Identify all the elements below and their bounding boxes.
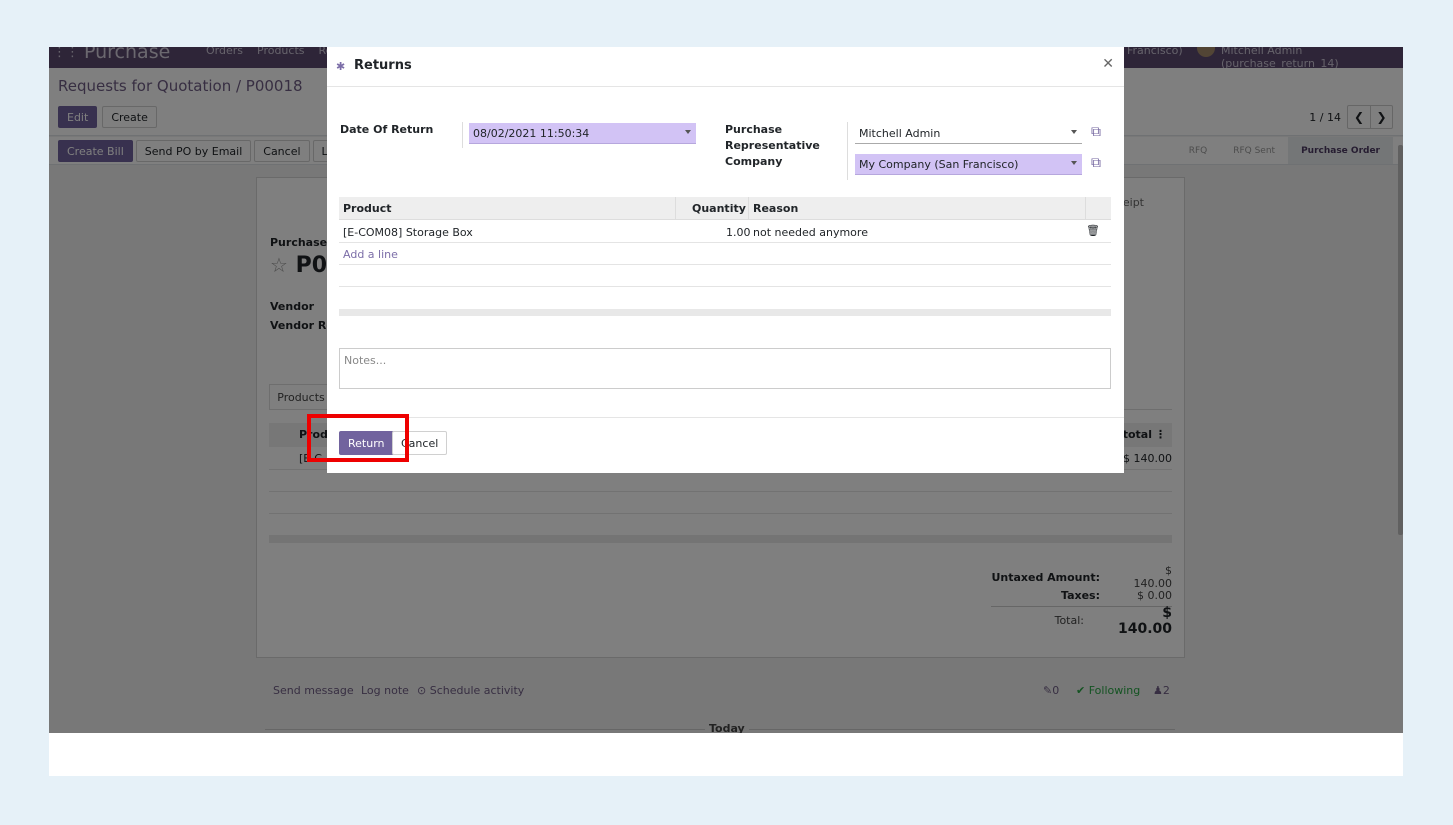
chevron-down-icon xyxy=(1071,130,1077,134)
row-divider xyxy=(339,264,1111,265)
header-divider xyxy=(748,197,749,220)
return-lines-header: Product Quantity Reason xyxy=(339,197,1111,220)
row-reason[interactable]: not needed anymore xyxy=(753,226,868,239)
external-link-icon[interactable]: ⧉ xyxy=(1091,124,1101,140)
col-reason[interactable]: Reason xyxy=(753,202,798,215)
date-of-return-value: 08/02/2021 11:50:34 xyxy=(473,126,590,140)
purchase-representative-input[interactable]: Mitchell Admin xyxy=(855,123,1082,144)
col-quantity[interactable]: Quantity xyxy=(692,202,746,215)
notes-textarea[interactable]: Notes... xyxy=(339,348,1111,389)
dialog-title: Returns xyxy=(354,58,412,73)
external-link-icon[interactable]: ⧉ xyxy=(1091,155,1101,171)
odoo-app: ⋮⋮ Purchase Orders Products Re Francisco… xyxy=(49,47,1403,733)
chevron-down-icon xyxy=(1071,161,1077,165)
company-input[interactable]: My Company (San Francisco) xyxy=(855,154,1082,175)
label-line: Representative xyxy=(725,139,820,152)
date-of-return-input[interactable]: 08/02/2021 11:50:34 xyxy=(469,123,696,144)
chevron-down-icon xyxy=(685,130,691,134)
company-value: My Company (San Francisco) xyxy=(859,157,1019,171)
returns-dialog: ✱ Returns ✕ Date Of Return 08/02/2021 11… xyxy=(327,47,1124,473)
trash-icon[interactable]: 🗑 xyxy=(1086,224,1100,237)
row-quantity[interactable]: 1.00 xyxy=(726,226,751,239)
dialog-footer: Return Cancel xyxy=(327,417,1124,473)
purchase-representative-value: Mitchell Admin xyxy=(859,126,941,140)
row-product[interactable]: [E-COM08] Storage Box xyxy=(343,226,473,239)
bug-icon: ✱ xyxy=(336,60,346,73)
screenshot-frame: ⋮⋮ Purchase Orders Products Re Francisco… xyxy=(49,47,1403,776)
label-line: Company xyxy=(725,155,783,168)
dialog-header: ✱ Returns ✕ xyxy=(327,47,1124,87)
date-of-return-label: Date Of Return xyxy=(340,123,434,136)
add-line-link[interactable]: Add a line xyxy=(343,248,398,261)
row-divider xyxy=(339,286,1111,287)
col-product[interactable]: Product xyxy=(343,202,392,215)
header-divider xyxy=(675,197,676,220)
field-separator xyxy=(847,122,848,180)
return-button-highlight xyxy=(307,414,409,462)
table-footer xyxy=(339,309,1111,316)
field-separator xyxy=(462,122,463,148)
close-icon[interactable]: ✕ xyxy=(1102,56,1114,72)
header-divider xyxy=(1085,197,1086,220)
label-line: Purchase xyxy=(725,123,783,136)
table-row[interactable]: [E-COM08] Storage Box 1.00 not needed an… xyxy=(339,221,1111,243)
purchase-rep-company-label: Purchase Representative Company xyxy=(725,122,820,170)
